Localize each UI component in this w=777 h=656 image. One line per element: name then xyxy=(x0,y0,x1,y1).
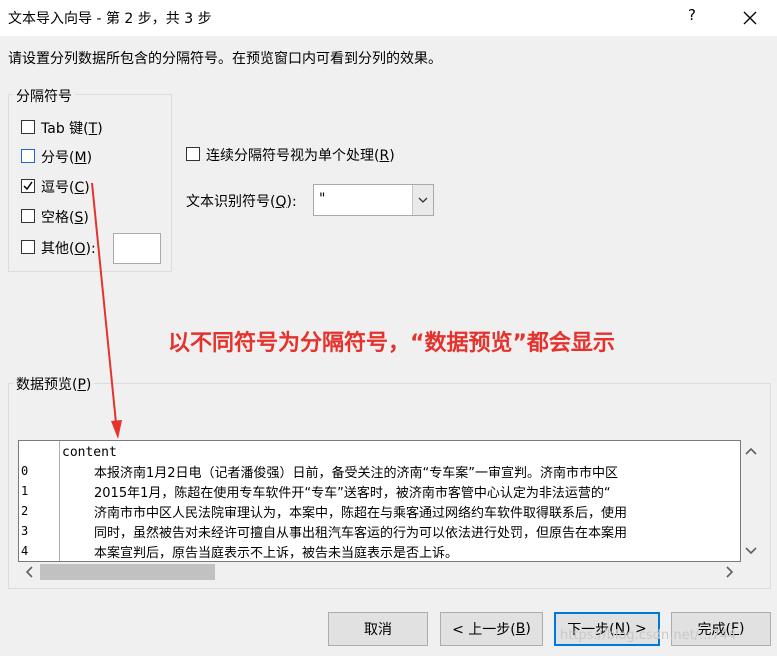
table-cell: 本报济南1月2日电（记者潘俊强）日前，备受关注的济南“专车案”一审宣判。济南市市… xyxy=(94,466,619,481)
semicolon-label[interactable]: 分号(M) xyxy=(41,147,92,167)
scroll-left-icon[interactable] xyxy=(20,562,40,582)
table-cell: 本案宣判后，原告当庭表示不上诉，被告未当庭表示是否上诉。 xyxy=(94,546,459,561)
scroll-right-icon[interactable] xyxy=(719,562,739,582)
window-title: 文本导入向导 - 第 2 步，共 3 步 xyxy=(8,11,212,27)
annotation-arrow xyxy=(91,182,122,439)
scroll-up-icon[interactable] xyxy=(741,442,761,462)
text-qualifier-value: " xyxy=(319,191,326,207)
chevron-down-icon xyxy=(418,197,428,203)
cancel-button[interactable]: 取消 xyxy=(328,612,428,646)
preview-vertical-scrollbar[interactable] xyxy=(741,440,761,562)
index-column-divider xyxy=(59,441,60,561)
row-index: 3 xyxy=(21,524,29,538)
scroll-down-icon[interactable] xyxy=(741,540,761,560)
table-cell: 同时，虽然被告对未经许可擅自从事出租汽车客运的行为可以依法进行处罚，但原告在本案… xyxy=(94,526,628,541)
row-index: 4 xyxy=(21,544,29,558)
tab-checkbox[interactable] xyxy=(21,120,35,134)
text-qualifier-select[interactable]: " xyxy=(313,184,434,216)
text-qualifier-label: 文本识别符号(Q): xyxy=(186,194,297,210)
space-checkbox[interactable] xyxy=(21,209,35,223)
preview-horizontal-scrollbar[interactable] xyxy=(18,562,741,582)
row-index: 2 xyxy=(21,504,29,518)
semicolon-checkbox[interactable] xyxy=(21,149,35,163)
annotation-text: 以不同符号为分隔符号，“数据预览”都会显示 xyxy=(168,331,615,356)
row-index: 0 xyxy=(21,464,29,478)
instruction-text: 请设置分列数据所包含的分隔符号。在预览窗口内可看到分列的效果。 xyxy=(8,51,442,67)
column-header: content xyxy=(62,445,117,460)
other-checkbox[interactable] xyxy=(21,240,35,254)
close-button[interactable] xyxy=(737,5,763,31)
close-icon xyxy=(743,11,757,25)
back-button[interactable]: < 上一步(B) xyxy=(440,612,543,646)
consecutive-label[interactable]: 连续分隔符号视为单个处理(R) xyxy=(206,145,395,165)
delimiter-group-label: 分隔符号 xyxy=(13,86,75,106)
horizontal-scroll-thumb[interactable] xyxy=(40,564,215,580)
consecutive-checkbox[interactable] xyxy=(186,147,200,161)
row-index: 1 xyxy=(21,484,29,498)
help-button[interactable]: ? xyxy=(688,6,702,28)
checkmark-icon xyxy=(23,181,33,191)
data-preview-table[interactable]: content 0 本报济南1月2日电（记者潘俊强）日前，备受关注的济南“专车案… xyxy=(18,440,741,562)
watermark-text: https://blog.csdn.net/...744 xyxy=(560,628,737,643)
table-cell: 2015年1月，陈超在使用专车软件开“专车”送客时，被济南市客管中心认定为非法运… xyxy=(94,486,611,501)
title-bar: 文本导入向导 - 第 2 步，共 3 步 ? xyxy=(0,0,777,36)
tab-label[interactable]: Tab 键(T) xyxy=(41,118,103,138)
table-cell: 济南市市中区人民法院审理认为，本案中，陈超在与乘客通过网络约车软件取得联系后，使… xyxy=(94,506,628,521)
dropdown-button[interactable] xyxy=(412,185,433,215)
comma-checkbox[interactable] xyxy=(21,179,35,193)
